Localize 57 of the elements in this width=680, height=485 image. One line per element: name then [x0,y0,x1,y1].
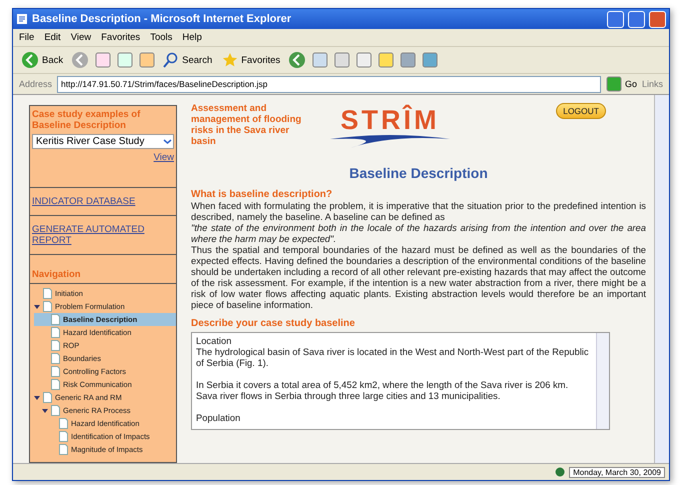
logout-button[interactable]: LOGOUT [556,103,606,119]
sidebar-link[interactable]: GENERATE AUTOMATED REPORT [32,224,174,246]
page-icon [59,444,68,455]
page-heading: Baseline Description [348,165,489,181]
page-icon [59,431,68,442]
baseline-text-area[interactable]: Location The hydrological basin of Sava river is located in the West and North-West part of the Republic of Serbia (Fig. 1). In Serbia it covers a total area of 5,452 km2, where the length of the Sava river is 206 km. Sava river flows in Serbia through three large cities and 13 municipalities. Population [191,332,610,430]
menu-item[interactable]: View [70,32,92,43]
menu-item[interactable]: File [19,32,34,43]
page-scrollbar[interactable] [654,95,669,463]
address-field[interactable]: http://147.91.50.71/Strim/faces/BaselineDescription.jsp [57,76,601,92]
page-icon [59,418,68,429]
page-icon [43,392,52,403]
body-paragraph: Thus the spatial and temporal boundaries of the hazard must be defined as well as the boundaries of the expected effects. Having defined the boundaries a description of the environmental conditions of the baseline should be undertaken including a record of all other relevant pre-existing hazards that may affect the outcome of the risk assessment. For example, if the intention is a new water abstraction from a river, there might be a risk of low water flows affecting aquatic plants. Existing abstraction levels would therefore be an important piece of baseline information. [191,244,646,310]
page-icon [51,340,60,351]
page-icon [51,314,60,325]
page-icon [43,301,52,312]
expand-triangle-icon[interactable] [34,394,40,400]
menu-item[interactable]: Tools [150,32,172,43]
menu-item[interactable]: Help [182,32,202,43]
page-icon [51,353,60,364]
logo-text: STRÎM [340,107,440,133]
menu-item[interactable]: Favorites [101,32,140,43]
page-icon [51,379,60,390]
page-icon [43,288,52,299]
scrollbar[interactable] [596,333,609,429]
expand-triangle-icon[interactable] [34,304,40,310]
minimize-button[interactable] [607,10,624,28]
go-button[interactable]: Go [606,76,637,92]
view-link[interactable]: View [154,152,174,163]
intro-paragraph: When faced with formulating the problem, it is imperative that the situation prior to the predefined intention is described, namely the baseline. A baseline can be defined as [191,200,646,222]
expand-triangle-icon[interactable] [42,408,48,414]
browser-page-icon [16,13,28,25]
sidebar-link[interactable]: INDICATOR DATABASE [32,196,136,207]
address-label: Address [19,79,52,89]
toolbar-button[interactable]: Search [161,51,214,69]
search-icon [163,52,180,68]
close-button[interactable] [649,10,666,28]
window-title: Baseline Description - Microsoft Internet Explorer [32,13,292,25]
page-icon [51,366,60,377]
page-icon [51,327,60,338]
wave-logo-icon [330,133,450,149]
status-date: Monday, March 30, 2009 [569,466,665,478]
links-label[interactable]: Links [642,79,663,89]
toolbar-button[interactable]: Back [19,50,66,70]
navigation-heading: Navigation [32,269,82,280]
star-icon [222,52,238,68]
section-heading: Describe your case study baseline [191,318,356,329]
globe-icon [555,467,566,477]
case-study-select[interactable]: Keritis River Case Study [32,134,174,149]
page-icon [51,405,60,416]
maximize-button[interactable] [628,10,645,28]
case-study-heading: Case study examples of Baseline Description [32,109,142,131]
toolbar-button[interactable]: Favorites [220,51,282,69]
quote-paragraph: "the state of the environment both in the locale of the hazards arising from the intention and over the area where the harm may be expected". [191,222,646,244]
section-heading: What is baseline description? [191,189,334,200]
tagline: Assessment and management of flooding risks in the Sava river basin [191,103,302,147]
menu-item[interactable]: Edit [44,32,61,43]
